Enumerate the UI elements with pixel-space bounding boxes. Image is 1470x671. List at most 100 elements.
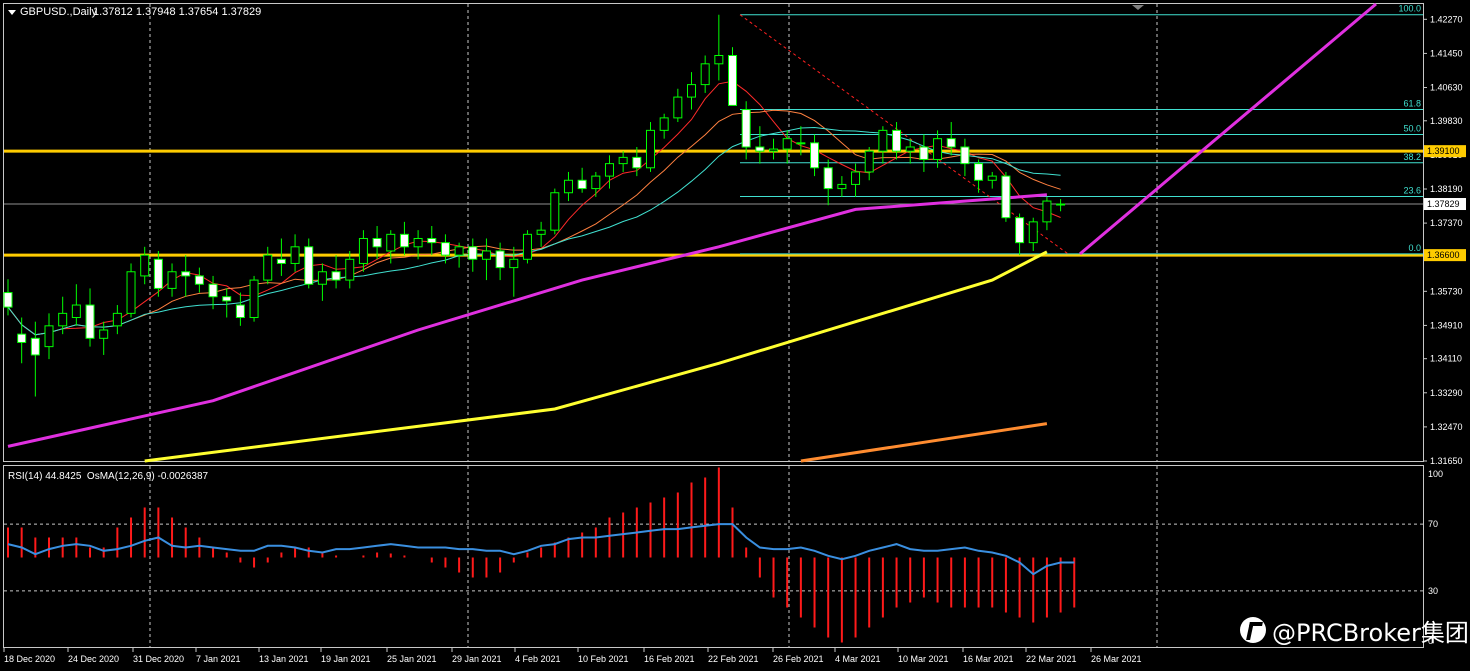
candle-body [99, 329, 109, 339]
watermark: @PRCBroker集团 [1240, 612, 1469, 648]
candle-body [796, 142, 806, 145]
price-tick-label: 1.32470 [1430, 422, 1463, 432]
candle-body [974, 163, 984, 181]
candle-body [728, 54, 738, 106]
candle-body [331, 271, 341, 281]
candle-body [632, 156, 642, 169]
price-tick-label: 1.35730 [1430, 286, 1463, 296]
candle-body [618, 156, 628, 165]
candle-body [413, 237, 423, 248]
time-tick-label: 10 Mar 2021 [898, 654, 949, 664]
candle-body [427, 237, 437, 244]
candle-body [71, 304, 81, 319]
watermark-text: @PRCBroker集团 [1272, 618, 1469, 647]
candle-body [933, 138, 943, 160]
prc-logo-icon [1240, 617, 1266, 643]
price-tick-label: 1.31650 [1430, 456, 1463, 466]
candle-body [222, 296, 232, 302]
symbol-label: GBPUSD.,Daily [20, 6, 98, 18]
candle-body [317, 271, 327, 285]
candle-body [604, 163, 614, 177]
candle-body [769, 148, 779, 152]
candle-body [153, 258, 163, 289]
candle-body [960, 146, 970, 165]
candle-body [1056, 203, 1066, 206]
candle-body [563, 179, 573, 194]
fib-level-label: 23.6 [1403, 185, 1421, 195]
time-tick-label: 4 Mar 2021 [835, 654, 881, 664]
candle-body [837, 183, 847, 190]
price-tick-label: 1.37370 [1430, 218, 1463, 228]
candle-body [810, 142, 820, 169]
candle-body [823, 167, 833, 190]
candle-body [3, 292, 13, 308]
price-tick-label: 1.34110 [1430, 354, 1462, 364]
time-tick-label: 7 Jan 2021 [196, 654, 241, 664]
candle-body [44, 325, 54, 348]
candle-body [399, 233, 409, 248]
fib-level-label: 38.2 [1403, 152, 1421, 162]
candle-body [714, 54, 724, 65]
time-tick-label: 31 Dec 2020 [133, 654, 184, 664]
rsi-tick-label: 70 [1428, 519, 1438, 529]
time-tick-label: 4 Feb 2021 [515, 654, 561, 664]
candle-body [140, 254, 150, 277]
level-price-tag-label: 1.36600 [1427, 250, 1460, 260]
candle-body [1028, 221, 1038, 244]
candle-body [673, 96, 683, 119]
trading-chart[interactable]: 100.0 61.8 50.0 38.2 23.6 0.0 1.42270 1.41450 1… [0, 0, 1470, 671]
time-tick-label: 22 Mar 2021 [1026, 654, 1077, 664]
candle-body [249, 279, 259, 319]
candle-body [263, 254, 273, 281]
candle-body [522, 233, 532, 260]
candle-body [1001, 175, 1011, 219]
candle-body [741, 109, 751, 148]
candle-body [276, 258, 286, 264]
candle-body [58, 312, 68, 327]
fib-level-label: 61.8 [1403, 99, 1421, 109]
candle-body [645, 129, 655, 169]
time-tick-label: 29 Jan 2021 [452, 654, 502, 664]
candle-body [468, 246, 478, 260]
fib-level-label: 100.0 [1398, 4, 1421, 14]
price-tick-label: 1.38190 [1430, 184, 1463, 194]
candle-body [440, 242, 450, 256]
candle-body [454, 246, 464, 256]
candle-body [536, 229, 546, 235]
current-price-tag-label: 1.37829 [1427, 199, 1460, 209]
time-tick-label: 19 Jan 2021 [321, 654, 371, 664]
candle-body [481, 250, 491, 260]
candle-body [946, 138, 956, 148]
candle-body [864, 150, 874, 173]
candle-body [358, 237, 368, 264]
candle-body [167, 271, 177, 289]
candle-body [892, 129, 902, 152]
candle-body [1015, 217, 1025, 244]
candle-body [112, 312, 122, 327]
price-tick-label: 1.34910 [1430, 320, 1463, 330]
price-tick-label: 1.33290 [1430, 388, 1463, 398]
time-tick-label: 22 Feb 2021 [708, 654, 759, 664]
candle-body [755, 146, 765, 152]
price-tick-label: 1.39830 [1430, 116, 1463, 126]
candle-body [194, 275, 204, 285]
candle-body [905, 146, 915, 152]
level-price-tag-label: 1.39100 [1427, 146, 1460, 156]
candle-body [550, 192, 560, 231]
time-tick-label: 18 Dec 2020 [4, 654, 55, 664]
time-tick-label: 26 Feb 2021 [773, 654, 824, 664]
candle-body [687, 84, 696, 98]
candle-body [85, 304, 95, 339]
time-tick-label: 26 Mar 2021 [1091, 654, 1142, 664]
ohlc-label: 1.37812 1.37948 1.37654 1.37829 [93, 6, 261, 18]
candle-body [577, 179, 587, 190]
candle-body [878, 129, 888, 152]
candle-body [659, 117, 669, 131]
candle-body [987, 175, 997, 181]
fib-level-label: 0.0 [1408, 243, 1421, 253]
time-tick-label: 25 Jan 2021 [387, 654, 437, 664]
candle-body [304, 246, 314, 285]
candle-body [591, 175, 601, 190]
candle-body [700, 63, 710, 86]
time-tick-label: 10 Feb 2021 [578, 654, 629, 664]
